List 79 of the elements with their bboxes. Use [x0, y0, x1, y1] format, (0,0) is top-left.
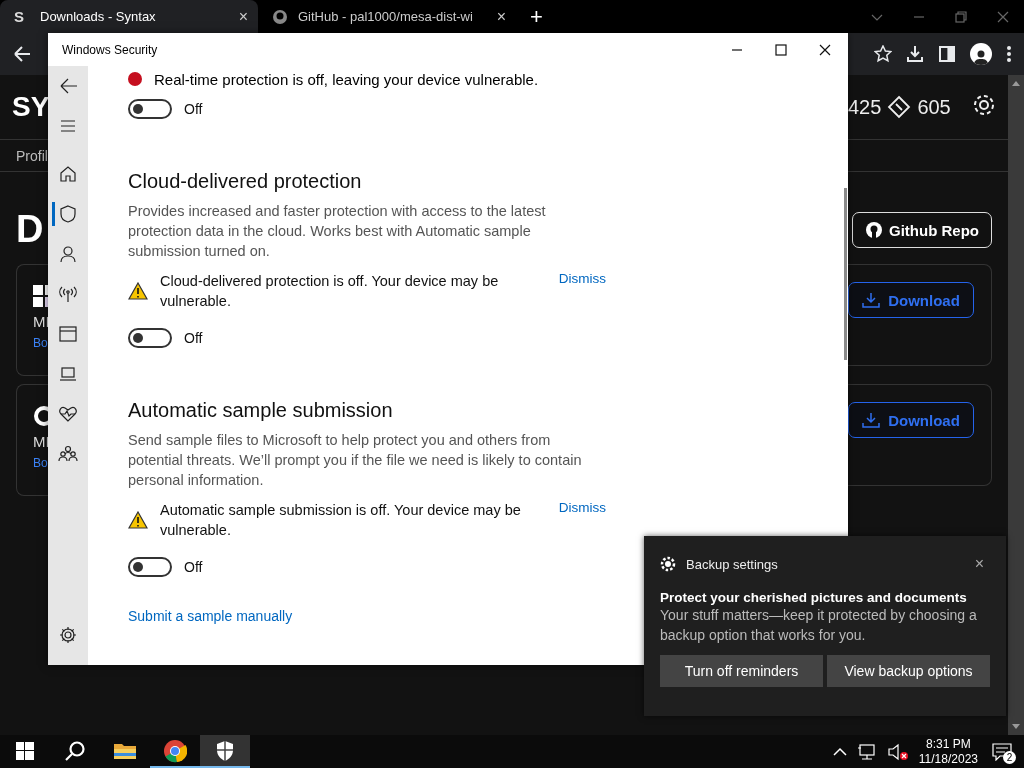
dismiss-link[interactable]: Dismiss [558, 500, 606, 515]
submit-sample-link[interactable]: Submit a sample manually [128, 608, 293, 624]
download-icon [862, 292, 881, 308]
warning-icon [128, 282, 148, 300]
close-button[interactable]: × [968, 554, 990, 574]
laptop-icon [58, 364, 78, 384]
home-icon [58, 164, 78, 184]
browser-tab[interactable]: S Downloads - Syntax × [0, 0, 258, 33]
stat-value: 605 [917, 95, 951, 119]
section-heading: Cloud-delivered protection [128, 170, 363, 193]
maximize-icon[interactable] [774, 42, 788, 57]
page-heading: D [15, 207, 45, 252]
section-description: Provides increased and faster protection with access to the latest protection data in the cloud. Works best with Automatic sample submission turned on. [128, 202, 547, 261]
github-repo-button[interactable]: Github Repo [852, 212, 992, 248]
windows-start-icon[interactable] [16, 741, 34, 760]
section-heading: Automatic sample submission [128, 399, 394, 422]
toggle-switch[interactable] [128, 328, 172, 348]
toggle-switch[interactable] [128, 557, 172, 577]
antenna-icon [58, 284, 78, 304]
close-icon[interactable] [818, 42, 832, 57]
github-icon [865, 221, 883, 239]
toast-button[interactable]: Turn off reminders [660, 655, 823, 687]
restore-icon[interactable] [954, 9, 968, 24]
chrome-icon[interactable] [163, 738, 187, 763]
download-icon [862, 412, 881, 428]
site-logo[interactable]: SY [0, 91, 50, 123]
shield-icon [58, 204, 78, 224]
window-title: Windows Security [62, 42, 158, 57]
settings-icon [660, 556, 676, 572]
toggle-label: Off [184, 101, 203, 117]
volume-muted-icon[interactable] [886, 742, 909, 761]
clock[interactable]: 8:31 PM 11/18/2023 [918, 736, 978, 767]
search-icon[interactable] [64, 739, 86, 762]
toggle-switch[interactable] [128, 99, 172, 119]
warning-text: Automatic sample submission is off. Your device may be vulnerable. [160, 501, 522, 540]
new-tab-button[interactable]: + [530, 3, 543, 30]
star-icon[interactable] [874, 45, 892, 63]
download-icon[interactable] [906, 45, 924, 63]
side-panel-icon[interactable] [938, 45, 956, 63]
notice-text: Real-time protection is off, leaving your device vulnerable. [154, 70, 539, 88]
dismiss-link[interactable]: Dismiss [558, 271, 606, 286]
chevron-up-icon[interactable] [832, 746, 847, 757]
shield-icon[interactable] [215, 739, 235, 762]
download-button[interactable]: Download [848, 402, 974, 438]
warning-text: Cloud-delivered protection is off. Your device may be vulnerable. [160, 272, 500, 311]
github-icon [272, 8, 288, 25]
scrollbar[interactable] [1008, 75, 1024, 735]
window-icon [58, 324, 78, 344]
settings-icon [58, 625, 78, 645]
ticket-icon [887, 95, 912, 119]
toggle-label: Off [184, 330, 203, 346]
section-description: Send sample files to Microsoft to help protect you and others from potential threats. We’ll prompt you if the file we need is likely to contain personal information. [128, 431, 583, 490]
nav-link[interactable]: Profil [0, 147, 48, 164]
message-icon [992, 742, 1012, 761]
person-icon [58, 244, 78, 264]
heart-icon [58, 404, 78, 424]
toast-app-name: Backup settings [686, 556, 778, 572]
person-icon [974, 49, 988, 65]
toast-title: Protect your cherished pictures and documents [660, 590, 968, 605]
notification-button[interactable]: 2 [988, 739, 1016, 764]
more-icon[interactable] [1006, 45, 1012, 63]
stat-value: 425 [848, 95, 882, 119]
network-icon[interactable] [856, 742, 877, 761]
taskbar-button[interactable] [200, 735, 250, 768]
scrollbar[interactable] [844, 188, 847, 360]
toast-button[interactable]: View backup options [827, 655, 990, 687]
family-icon [58, 444, 78, 464]
warning-icon [128, 511, 148, 529]
toast-message: Your stuff matters—keep it protected by choosing a backup option that works for you. [660, 606, 978, 645]
card-title: MI [33, 433, 48, 450]
toggle-label: Off [184, 559, 203, 575]
card-link[interactable]: Bo [33, 336, 48, 350]
error-icon [128, 72, 142, 86]
profile-avatar[interactable] [970, 43, 992, 65]
back-icon [58, 76, 78, 96]
card-title: MI [33, 313, 48, 330]
back-icon[interactable] [12, 44, 32, 64]
download-button[interactable]: Download [848, 282, 974, 318]
card-link[interactable]: Bo [33, 456, 48, 470]
